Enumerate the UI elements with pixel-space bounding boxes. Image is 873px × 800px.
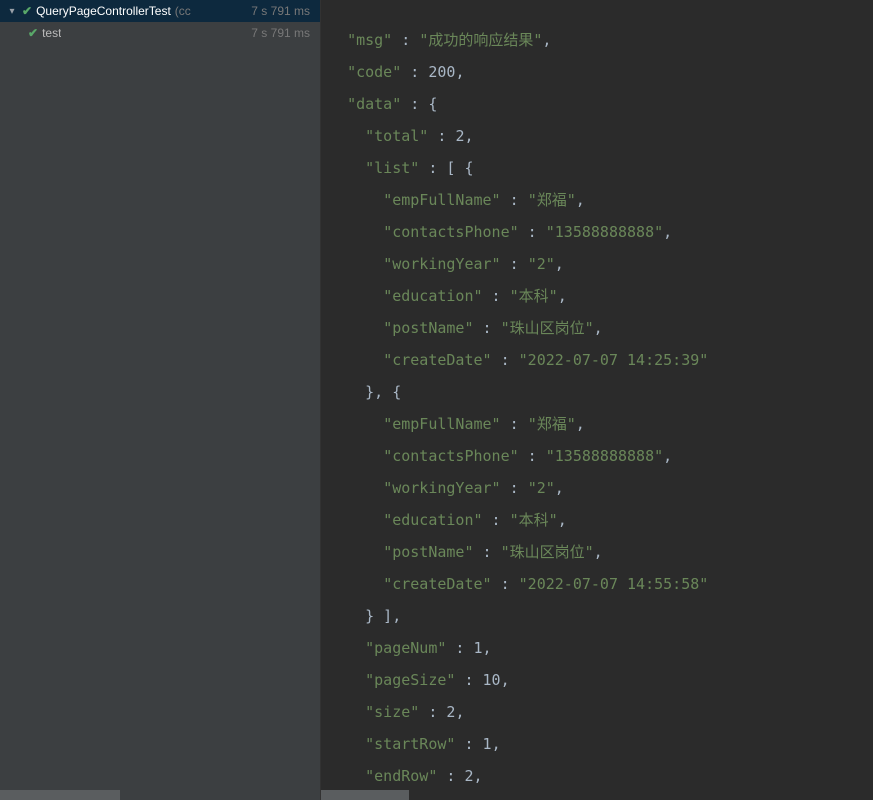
- console-output[interactable]: "msg" : "成功的响应结果", "code" : 200, "data" …: [321, 0, 873, 800]
- expand-icon[interactable]: ▾: [6, 6, 18, 17]
- test-duration: 7 s 791 ms: [251, 4, 314, 18]
- test-node-child[interactable]: ✔ test 7 s 791 ms: [0, 22, 320, 44]
- test-name: QueryPageControllerTest: [36, 4, 171, 18]
- test-duration: 7 s 791 ms: [251, 26, 314, 40]
- sidebar-scrollbar[interactable]: [0, 790, 120, 800]
- pass-icon: ✔: [22, 4, 32, 18]
- editor-scrollbar[interactable]: [321, 790, 409, 800]
- test-node-parent[interactable]: ▾ ✔ QueryPageControllerTest (cc 7 s 791 …: [0, 0, 320, 22]
- test-results-sidebar: ▾ ✔ QueryPageControllerTest (cc 7 s 791 …: [0, 0, 321, 800]
- test-tree[interactable]: ▾ ✔ QueryPageControllerTest (cc 7 s 791 …: [0, 0, 320, 800]
- test-suffix: (cc: [175, 4, 191, 18]
- test-name: test: [42, 26, 61, 40]
- pass-icon: ✔: [28, 26, 38, 40]
- json-output: "msg" : "成功的响应结果", "code" : 200, "data" …: [329, 24, 865, 792]
